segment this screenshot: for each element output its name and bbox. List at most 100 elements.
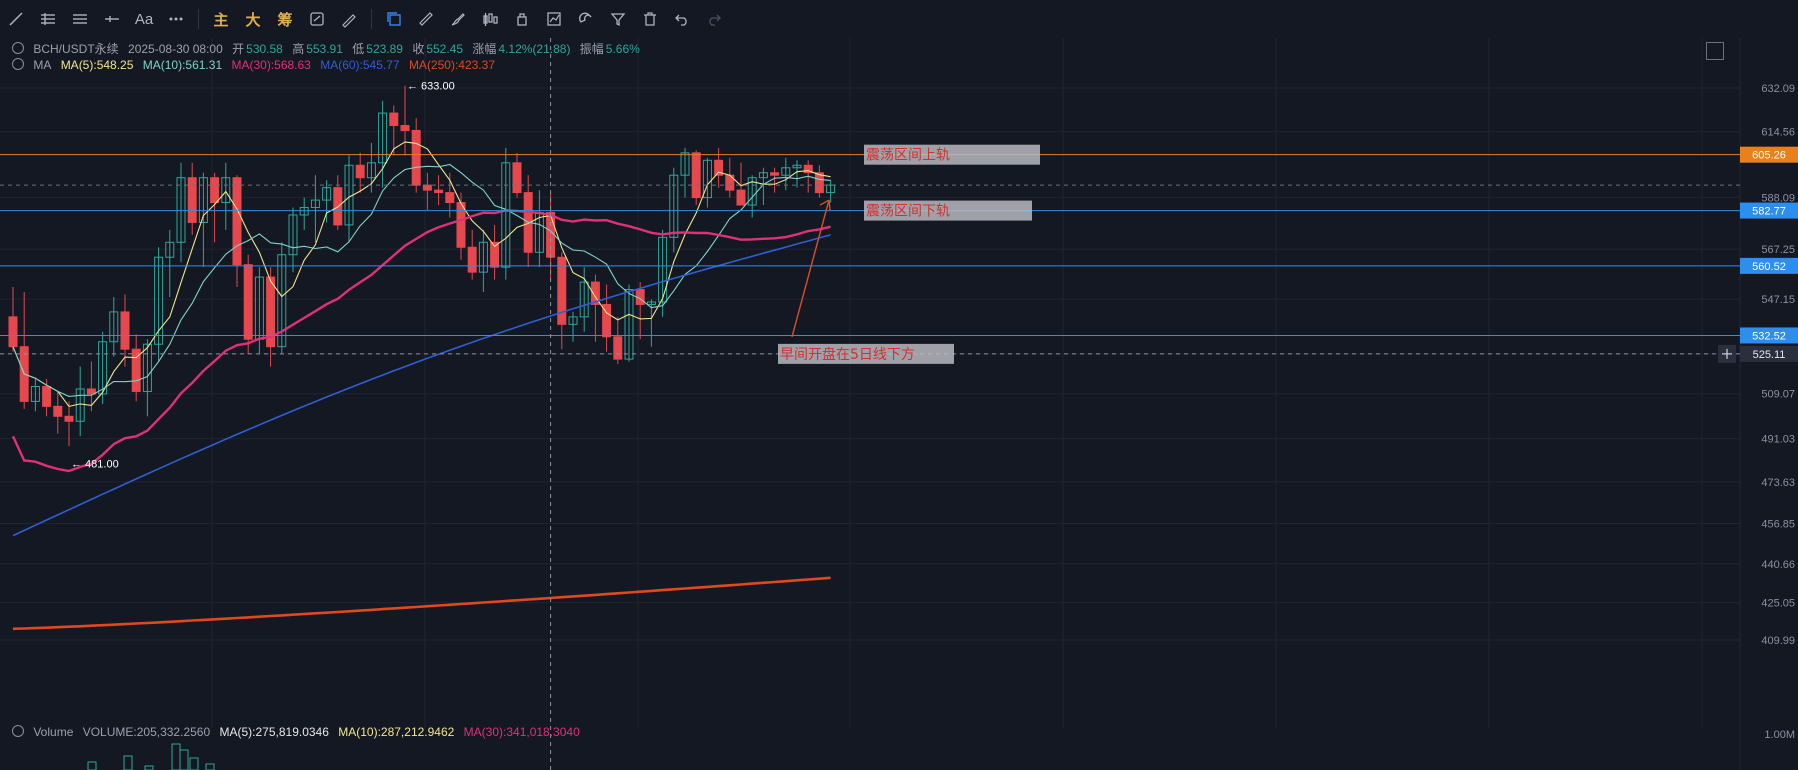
high-annotation: ← 633.00 [407, 81, 455, 93]
candle-body [512, 162, 522, 194]
annotation-text: 震荡区间下轨 [866, 204, 950, 220]
trendline-icon[interactable] [0, 0, 32, 38]
candlestick-chart[interactable]: 632.09 614.56 588.09 567.25 547.15 525.11 509.… [0, 38, 1798, 770]
low-label: 低 [352, 42, 365, 56]
vol-ma30-value: MA(30):341,018.3040 [463, 725, 580, 739]
candle-body [187, 177, 197, 223]
change-label: 涨幅 [472, 42, 497, 56]
candle-body [355, 164, 365, 179]
y-tick-label: 614.56 [1761, 127, 1795, 139]
candle-icon[interactable] [474, 0, 506, 38]
candle-body [64, 415, 74, 422]
trash-icon[interactable] [634, 0, 666, 38]
y-tick-label: 509.07 [1761, 389, 1795, 401]
main-indicator-button[interactable]: 主 [205, 0, 237, 38]
y-tick-label: 567.25 [1761, 244, 1795, 256]
more-icon[interactable] [160, 0, 192, 38]
amp-label: 振幅 [579, 42, 604, 56]
fullscreen-icon[interactable] [1706, 42, 1724, 60]
toolbar-divider [371, 9, 372, 29]
magnet-icon[interactable] [570, 0, 602, 38]
pen-slash-icon[interactable] [333, 0, 365, 38]
vol-ma10-value: MA(10):287,212.9462 [338, 725, 455, 739]
drawing-toolbar: Aa 主 大 筹 [0, 0, 1798, 39]
copy-icon[interactable] [378, 0, 410, 38]
ma-label: MA [33, 58, 52, 72]
y-tick-label: 491.03 [1761, 434, 1795, 446]
eye-icon[interactable] [12, 42, 24, 54]
y-tick-label: 456.85 [1761, 519, 1795, 531]
y-tick-label: 425.05 [1761, 598, 1795, 610]
chip-button[interactable]: 筹 [269, 0, 301, 38]
brush-icon[interactable] [442, 0, 474, 38]
vol-ma5-value: MA(5):275,819.0346 [219, 725, 329, 739]
cross-line-icon[interactable] [96, 0, 128, 38]
open-label: 开 [232, 42, 245, 56]
candle-body [389, 112, 399, 127]
candle-body [8, 316, 18, 348]
candle [691, 150, 701, 206]
candle-body [467, 246, 477, 273]
y-tick-label: 473.63 [1761, 477, 1795, 489]
low-annotation: ← 481.00 [71, 459, 119, 471]
ma5-value: MA(5):548.25 [60, 58, 134, 72]
annotation-text: 震荡区间上轨 [866, 148, 950, 164]
volume-value: VOLUME:205,332.2560 [82, 725, 211, 739]
open-value: 530.58 [246, 42, 283, 56]
price-level-label: 582.77 [1752, 206, 1786, 218]
toolbar-divider [198, 9, 199, 29]
parallel-lines-icon[interactable] [32, 0, 64, 38]
crosshair-price-label: 525.11 [1753, 349, 1786, 361]
candle-body [120, 311, 130, 350]
candle-body [210, 177, 220, 204]
ma30-value: MA(30):568.63 [231, 58, 311, 72]
ohlc-legend: BCH/USDT永续 2025-08-30 08:00 开 530.58 高 553… [12, 40, 646, 57]
y-tick-label: 588.09 [1761, 192, 1795, 204]
candle-body [736, 189, 746, 206]
y-tick-label: 632.09 [1761, 83, 1795, 95]
lock-icon[interactable] [506, 0, 538, 38]
candle-body [770, 172, 780, 176]
volume-legend: Volume VOLUME:205,332.2560 MA(5):275,819… [12, 725, 586, 739]
candle-body [557, 256, 567, 325]
ma250-value: MA(250):423.37 [408, 58, 495, 72]
candle-body [400, 125, 410, 131]
undo-icon[interactable] [666, 0, 698, 38]
candle-body [422, 184, 432, 191]
low-value: 523.89 [366, 42, 403, 56]
price-level-label: 532.52 [1752, 330, 1786, 342]
ma10-value: MA(10):561.31 [142, 58, 223, 72]
chart-box-icon[interactable] [538, 0, 570, 38]
candle-body [434, 189, 444, 194]
close-label: 收 [412, 42, 425, 56]
ma60-value: MA(60):545.77 [320, 58, 400, 72]
candle-body [53, 405, 63, 417]
big-order-button[interactable]: 大 [237, 0, 269, 38]
y-tick-label: 440.66 [1761, 559, 1795, 571]
eye-icon[interactable] [12, 58, 24, 70]
horizontal-lines-icon[interactable] [64, 0, 96, 38]
close-value: 552.45 [426, 42, 464, 56]
date-label: 2025-08-30 08:00 [128, 42, 223, 56]
candle-body [613, 336, 623, 360]
candle-body [456, 202, 466, 248]
amp-value: 5.66% [605, 42, 640, 56]
price-level-label: 605.26 [1752, 150, 1786, 162]
y-tick-label: 409.99 [1761, 635, 1795, 647]
high-label: 高 [292, 42, 305, 56]
volume-tick-label: 1.00M [1764, 729, 1795, 741]
ruler-icon[interactable] [410, 0, 442, 38]
change-value: 4.12%(21.88) [498, 42, 571, 56]
cycle-icon[interactable] [301, 0, 333, 38]
filter-icon[interactable] [602, 0, 634, 38]
candle-body [42, 385, 52, 407]
text-tool-button[interactable]: Aa [128, 0, 160, 38]
volume-label: Volume [33, 725, 74, 739]
symbol-label: BCH/USDT永续 [33, 42, 119, 56]
candle-body [411, 129, 421, 186]
redo-icon[interactable] [698, 0, 730, 38]
candle-body [445, 192, 455, 204]
candle [243, 254, 253, 355]
y-tick-label: 547.15 [1761, 294, 1795, 306]
eye-icon[interactable] [12, 725, 24, 737]
